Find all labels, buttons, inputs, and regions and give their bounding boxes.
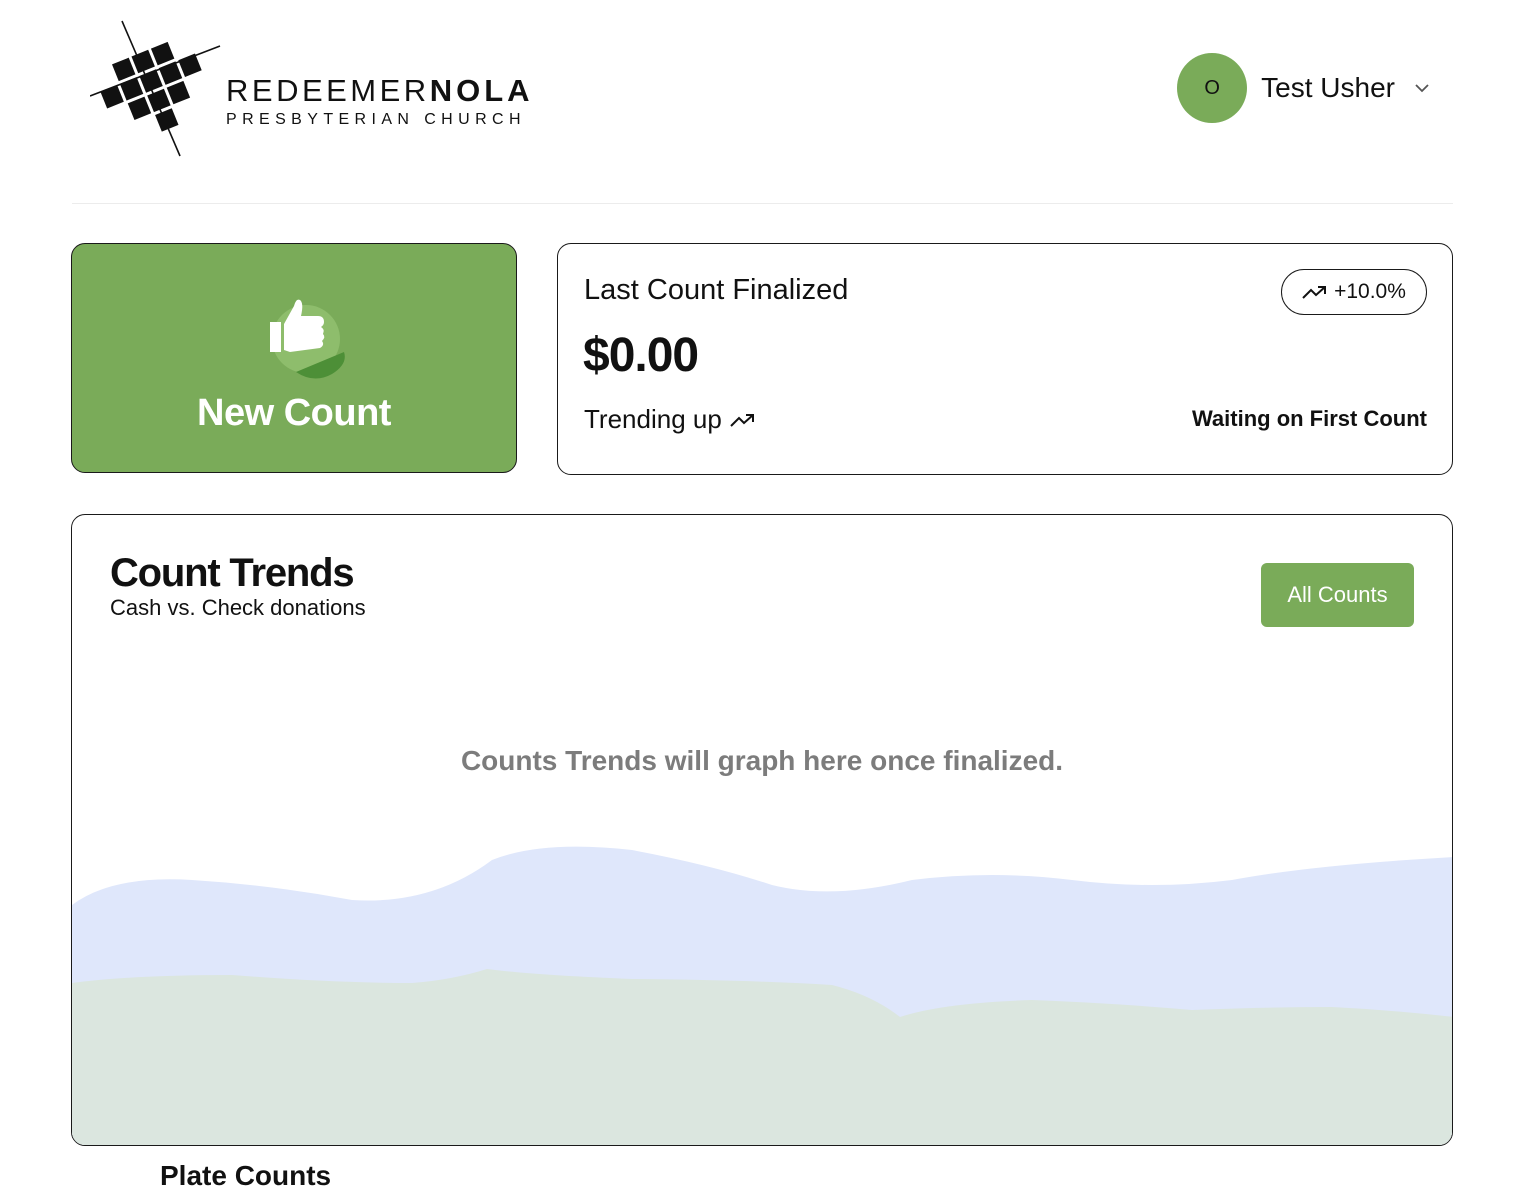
trending-up-icon (1302, 286, 1327, 299)
empty-chart-message: Counts Trends will graph here once final… (460, 745, 1064, 776)
count-trends-title: Count Trends (110, 551, 355, 595)
last-count-card: Last Count Finalized +10.0% $0.00 Trendi… (557, 243, 1453, 475)
new-count-button[interactable]: New Count (71, 243, 517, 473)
user-menu[interactable]: O Test Usher (1177, 53, 1431, 123)
header: REDEEMERNOLA PRESBYTERIAN CHURCH O Test … (72, 0, 1453, 204)
trending-up-icon (730, 413, 754, 427)
new-count-label: New Count (197, 392, 391, 434)
count-status: Waiting on First Count (1191, 406, 1427, 431)
avatar: O (1177, 53, 1248, 123)
brand-name-bold: NOLA (429, 73, 534, 108)
chevron-down-icon (1415, 84, 1429, 93)
church-logo[interactable]: REDEEMERNOLA PRESBYTERIAN CHURCH (90, 18, 530, 160)
logo-mark-icon (90, 20, 221, 157)
chart-placeholder-waves (72, 846, 1452, 1145)
trend-indicator: Trending up (584, 404, 756, 435)
all-counts-button[interactable]: All Counts (1261, 563, 1414, 627)
last-count-amount: $0.00 (583, 329, 699, 382)
count-trends-card: Count Trends Cash vs. Check donations Al… (71, 514, 1453, 1146)
change-badge-value: +10.0% (1334, 280, 1406, 303)
user-name: Test Usher (1261, 72, 1395, 103)
trend-label: Trending up (584, 404, 722, 434)
brand-name-light: REDEEMER (226, 73, 430, 108)
count-trends-subtitle: Cash vs. Check donations (110, 595, 366, 620)
last-count-title: Last Count Finalized (584, 274, 849, 306)
brand-subtitle: PRESBYTERIAN CHURCH (226, 111, 526, 128)
plate-counts-heading: Plate Counts (160, 1160, 332, 1191)
thumbs-up-icon (270, 299, 345, 379)
change-badge: +10.0% (1281, 269, 1427, 315)
